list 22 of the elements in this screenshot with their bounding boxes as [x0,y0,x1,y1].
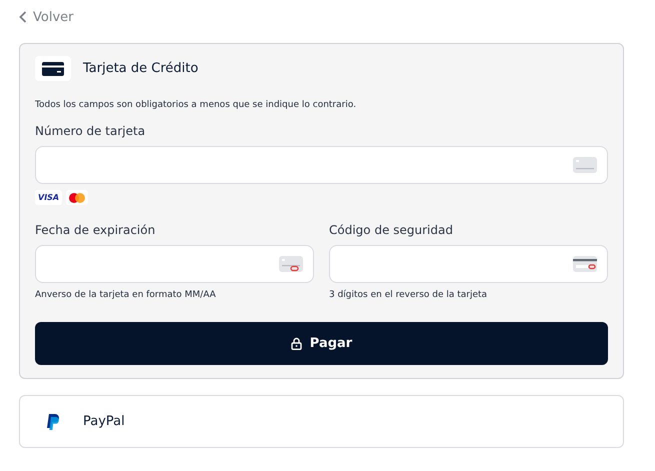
field-label: Número de tarjeta [35,124,146,138]
field-hint: Anverso de la tarjeta en formato MM/AA [35,290,217,300]
visa-logo: VISA [35,190,62,205]
credit-card-icon [35,56,71,81]
chevron-left-icon [19,11,27,23]
card-icon [279,256,303,272]
lock-icon [290,337,302,350]
card-icon [573,157,597,173]
pay-button[interactable]: Pagar [35,322,608,365]
input-field[interactable] [35,146,608,184]
field-label: Fecha de expiración [35,223,156,237]
field-label: Código de seguridad [329,223,454,237]
field-hint: 3 dígitos en el reverso de la tarjeta [329,290,488,300]
required-notice: Todos los campos son obligatorios a menos que se indique lo contrario. [35,100,358,110]
panel-title: Tarjeta de Crédito [83,61,198,76]
input-field[interactable] [329,245,608,283]
paypal-option[interactable]: PayPal [19,395,624,448]
paypal-title: PayPal [83,414,125,429]
mastercard-logo-icon [66,190,88,205]
back-link[interactable]: Volver [19,8,74,26]
input-field[interactable] [35,245,314,283]
card-back-icon [573,256,597,272]
